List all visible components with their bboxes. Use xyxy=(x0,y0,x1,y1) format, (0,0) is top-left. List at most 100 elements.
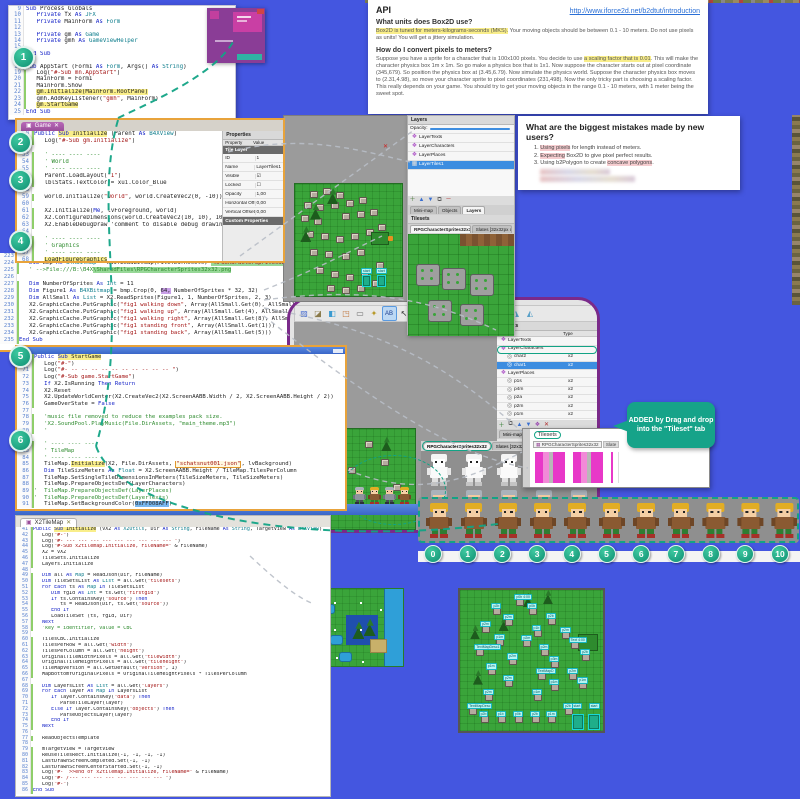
map-object-label: p2m xyxy=(482,688,494,695)
close-tab-icon[interactable]: ✕ xyxy=(66,519,71,528)
terrain-tileset-image[interactable] xyxy=(408,234,514,336)
layers-panel-title: Layers xyxy=(408,116,514,125)
duplicate-object-icon[interactable]: ⧉ xyxy=(506,421,515,429)
property-row[interactable]: Vertical Offset 0,00 xyxy=(223,208,283,218)
opacity-slider[interactable]: Opacity: xyxy=(408,125,514,134)
game-map[interactable]: start start xyxy=(294,183,403,297)
sprite-frame-number-1: 1 xyxy=(458,545,477,563)
tileset-tab[interactable]: RPGCharacterSprites32x32 xyxy=(422,441,492,451)
rock-tile xyxy=(516,599,525,607)
tab-game[interactable]: ▣ Game ✕ xyxy=(21,122,65,131)
layer-row-LayerTiles1[interactable]: ▦ LayerTiles1 xyxy=(408,161,514,170)
property-section[interactable]: Tile Layer xyxy=(223,146,283,155)
rock-tile xyxy=(342,287,351,295)
object-layer-icon: ❖ xyxy=(500,370,507,377)
code-editor-startgame-tilemap[interactable]: 69Public Sub StartGame70 Log("#-")71 Log… xyxy=(17,354,345,509)
dock-tab-layers[interactable]: Layers xyxy=(462,206,486,214)
dot xyxy=(360,602,362,604)
tileset-tab[interactable]: Slates [32x32px o xyxy=(471,225,512,233)
code-line: 86 End Sub xyxy=(16,787,330,794)
code-snippet-appstart[interactable]: 9 Sub Process_Globals 10 Private fx As JFX… xyxy=(8,5,236,120)
map-object-label: p2m xyxy=(521,635,533,642)
preview-status-bar xyxy=(237,54,262,60)
column-property: Property xyxy=(225,140,243,145)
code-line: 52 xyxy=(17,145,222,152)
code-line: 234 X2.GraphicCache.PutGraphic("fig1 sta… xyxy=(0,330,334,337)
door-tile xyxy=(588,714,600,730)
tileset-tab[interactable]: Slate xyxy=(602,441,620,448)
code-line: 73 If X2.IsRunning Then Return xyxy=(17,380,345,388)
code-editor-initialize[interactable]: 50Public Sub Initialize (Parent As B4XVi… xyxy=(17,131,223,261)
layer-row-LayerCharacters[interactable]: ❖ LayerCharacters xyxy=(408,143,514,152)
map-object-label: p2m xyxy=(502,613,514,621)
stamp-brush-icon[interactable]: ▨ xyxy=(298,307,311,320)
dock-tab-mini-map[interactable]: Mini-map xyxy=(410,206,437,214)
new-layer-icon[interactable]: ＋ xyxy=(408,197,417,205)
object-row-LayerTexts[interactable]: ❖ LayerTexts xyxy=(497,337,597,346)
property-row[interactable]: ID 1 xyxy=(223,154,283,164)
magic-wand-icon[interactable]: ✦ xyxy=(368,307,381,320)
editor-tab-bar: ▣ Game ✕ xyxy=(17,120,283,131)
code-line: 51 Log("#-Sub gm.Initialize") xyxy=(17,138,222,145)
code-line: 85 TileMap.Initialize(X2, File.DirAssets… xyxy=(17,461,345,468)
door-tile xyxy=(572,714,584,730)
rock-tile xyxy=(480,716,489,724)
api-doc-panel: API http://www.iforce2d.net/b2dtut/intro… xyxy=(368,0,708,114)
preview-close-icon[interactable] xyxy=(257,9,264,14)
flip-vertical-icon[interactable]: ◭ xyxy=(524,307,537,320)
column-value: Value xyxy=(253,140,265,145)
dock-tab-objects[interactable]: Objects xyxy=(437,206,462,214)
map-object-label: p1m xyxy=(531,688,543,695)
text-tool-icon[interactable]: AB xyxy=(381,306,397,321)
dot xyxy=(380,609,382,611)
add-object-icon[interactable]: ＋ xyxy=(497,421,506,429)
property-row[interactable]: Name LayerTiles1 xyxy=(223,163,283,173)
map-canvas[interactable]: start start ✕ xyxy=(283,115,409,302)
code-line: 233 X2.GraphicCache.PutGraphic("fig1 sta… xyxy=(0,323,334,330)
lower-layer-icon[interactable]: ▼ xyxy=(426,197,435,205)
tree-icon xyxy=(355,621,363,629)
step-circle-3: 3 xyxy=(9,169,32,192)
property-row[interactable]: Visible ☑ xyxy=(223,172,283,182)
rect-select-icon[interactable]: ▭ xyxy=(354,307,367,320)
property-section[interactable]: Custom Properties xyxy=(223,217,283,226)
close-tab-icon[interactable]: ✕ xyxy=(54,122,59,131)
mistake-item: 1. Using pixels for length instead of me… xyxy=(534,145,642,151)
tileset-tab[interactable]: RPGCharacterSprites32x32 xyxy=(410,225,471,233)
map-object-label: TextMapDesc1 xyxy=(474,643,502,650)
step-circle-6: 6 xyxy=(9,429,32,452)
code-editor-x2tilemap[interactable]: 41 Public Sub Initialize (vX2 As X2Utils,… xyxy=(16,527,330,796)
map-object-label: start xyxy=(571,702,583,709)
magenta-tileset-image[interactable] xyxy=(535,452,613,483)
rock-tile xyxy=(346,273,355,281)
sprite-frame-number-4: 4 xyxy=(562,545,581,563)
code-line: 90 ' TileMap.PrepareObjectsDef(LayerTexts… xyxy=(17,494,345,502)
rock-tile xyxy=(582,654,591,662)
code-line: 78 'music file removed to reduce the exa… xyxy=(17,414,345,422)
raise-layer-icon[interactable]: ▲ xyxy=(417,197,426,205)
tileset-tab[interactable]: ▦ RPGCharacterSprites32x32 xyxy=(533,441,602,448)
property-row[interactable]: Horizontal Offset0,00 xyxy=(223,199,283,209)
api-answer-1: Box2D is tuned for meters-kilograms-seco… xyxy=(376,28,694,41)
object-row-char1[interactable]: ◎ char1 x2 xyxy=(497,361,597,371)
map-object-label: p2m xyxy=(538,643,550,650)
layer-row-LayerTexts[interactable]: ❖ LayerTexts xyxy=(408,134,514,143)
tab-x2tilemap[interactable]: ▣ X2TileMap ✕ xyxy=(20,517,78,528)
fill-bucket-icon[interactable]: ◧ xyxy=(326,307,339,320)
tree-icon xyxy=(381,441,392,451)
rock-tile xyxy=(357,210,366,218)
sprite-frame-number-10: 10 xyxy=(771,545,789,563)
window-controls[interactable] xyxy=(333,348,343,353)
eraser-icon[interactable]: ◳ xyxy=(340,307,353,320)
property-row[interactable]: Opacity 1,00 xyxy=(223,190,283,200)
api-link[interactable]: http://www.iforce2d.net/b2dtut/introduct… xyxy=(570,8,700,15)
delete-layer-icon[interactable]: － xyxy=(444,197,453,205)
window-title-bar[interactable] xyxy=(17,347,345,354)
layer-row-LayerPlaces[interactable]: ❖ LayerPlaces xyxy=(408,152,514,161)
property-row[interactable]: Locked ☐ xyxy=(223,181,283,191)
duplicate-layer-icon[interactable]: ⧉ xyxy=(435,197,444,205)
terrain-brush-icon[interactable]: ◪ xyxy=(312,307,325,320)
villager-sprite-frame-9 xyxy=(736,503,763,539)
tutorial-collage: { "app": {"background": "#4456e0"}, "ann… xyxy=(0,0,800,799)
rock-tile xyxy=(342,213,351,221)
